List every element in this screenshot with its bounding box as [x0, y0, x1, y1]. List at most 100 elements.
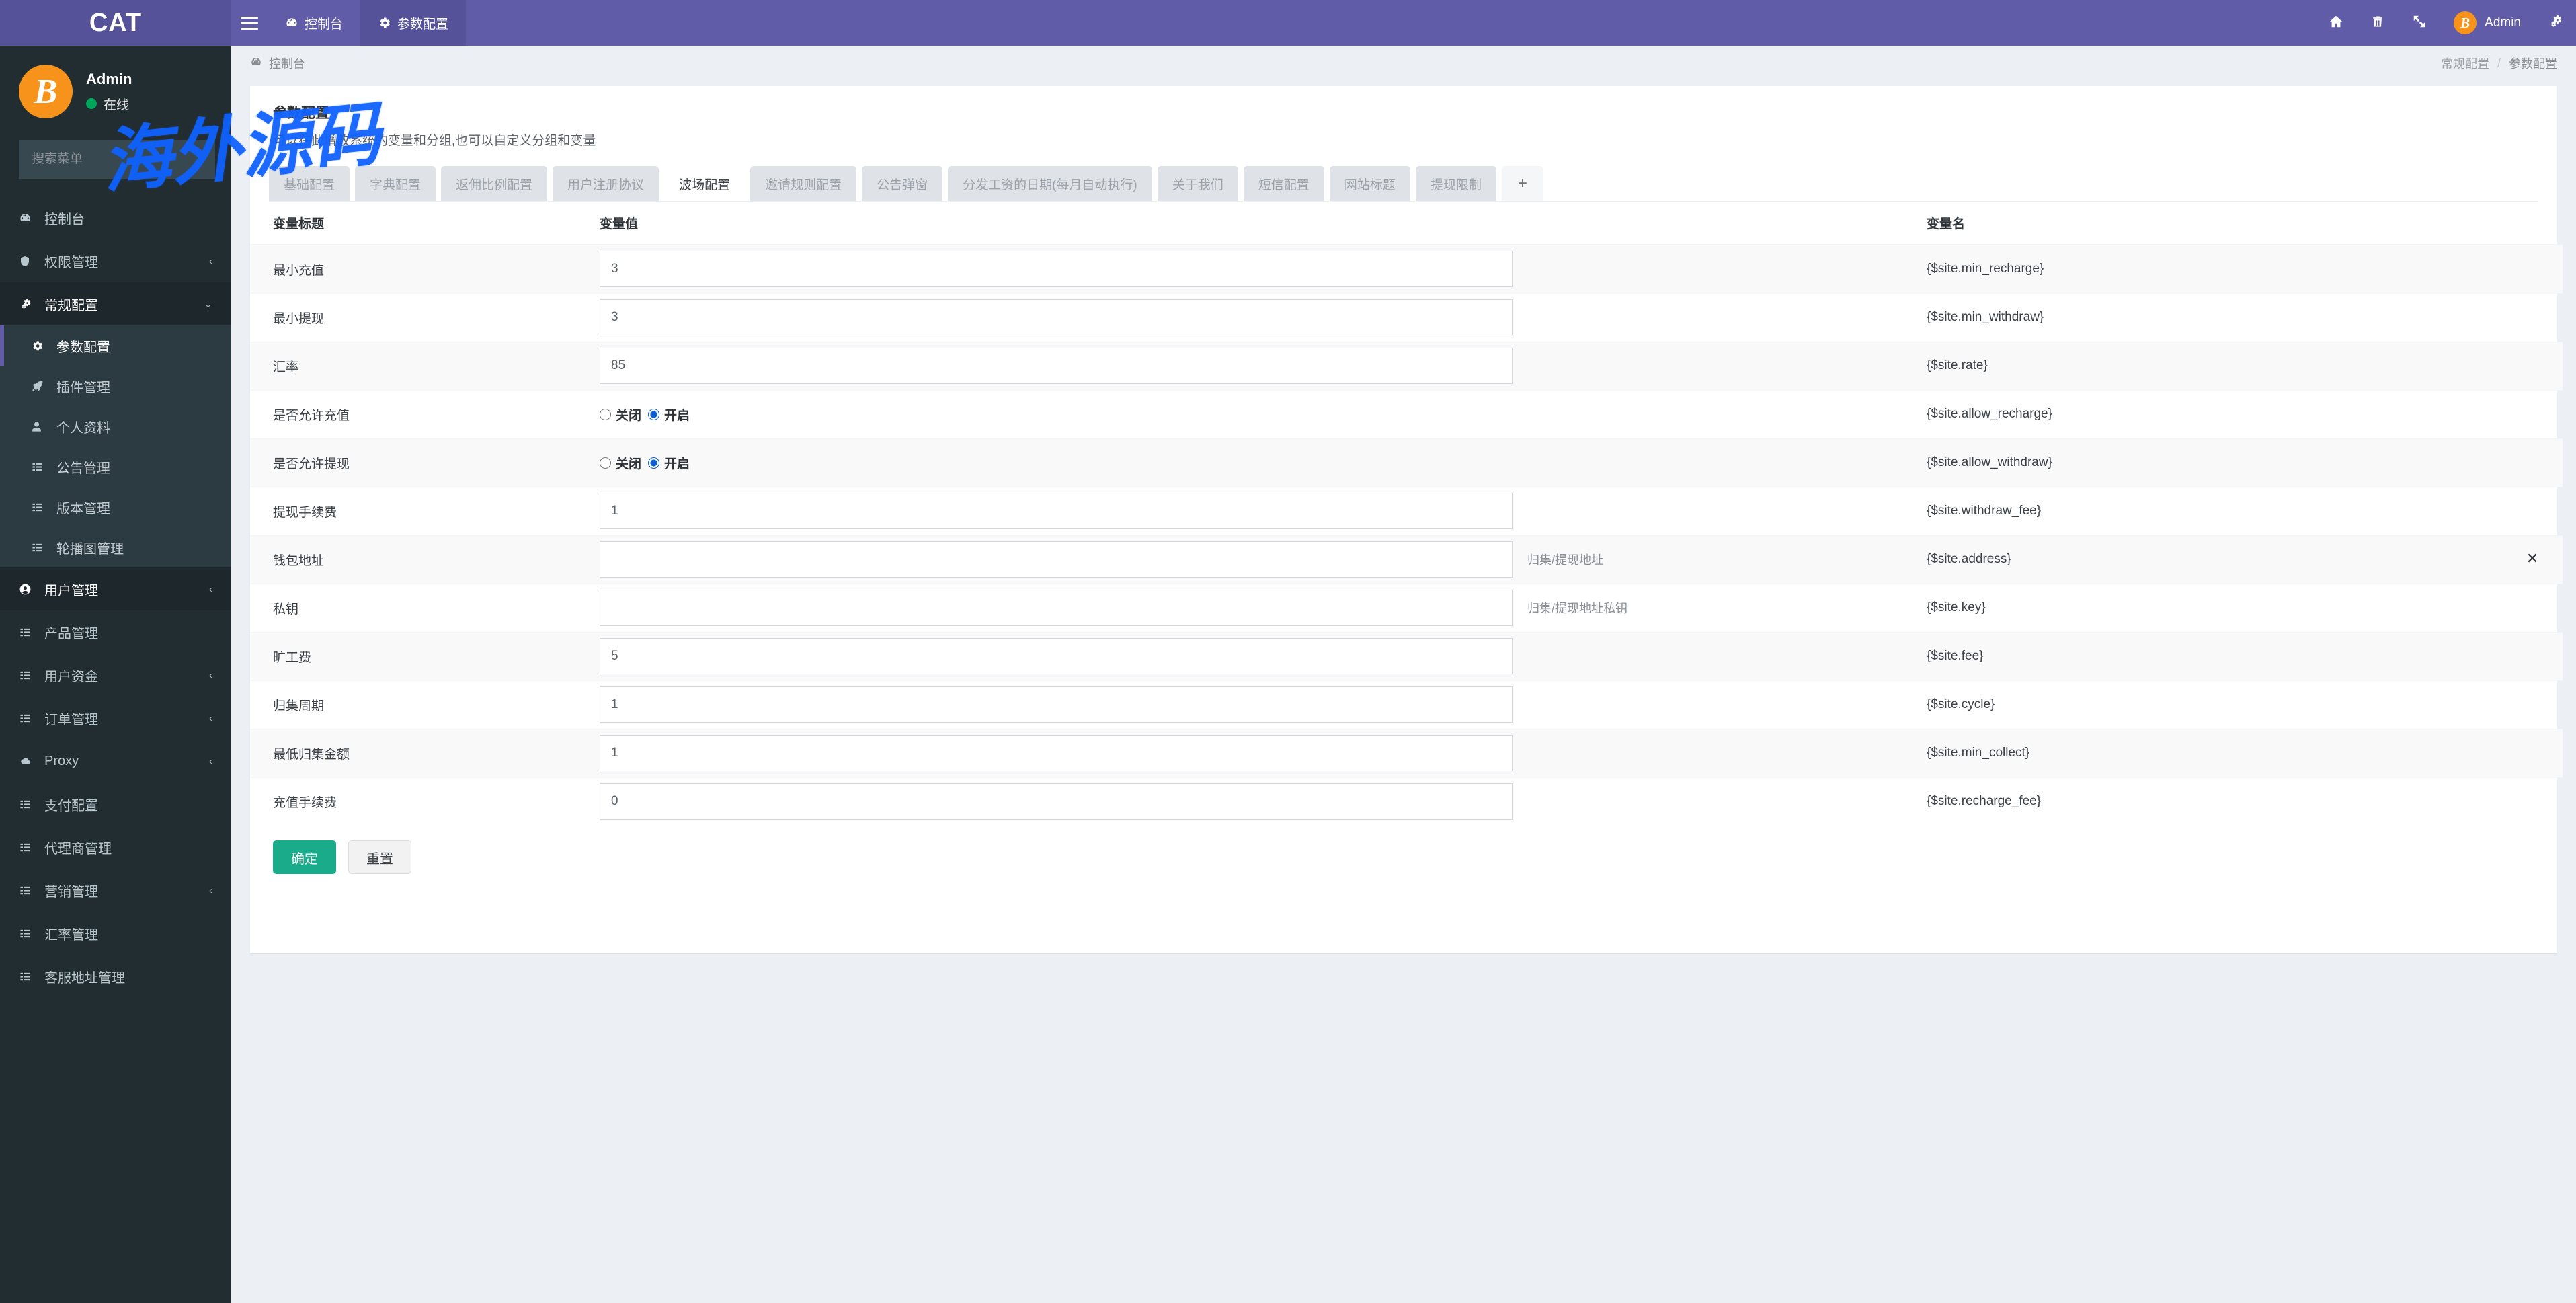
- panel-header: 参数配置 可以在此增改系统的变量和分组,也可以自定义分组和变量: [250, 86, 2557, 153]
- radio-option-0[interactable]: 关闭: [600, 405, 641, 424]
- sidebar-search[interactable]: [19, 140, 215, 179]
- value-input[interactable]: [600, 251, 1513, 288]
- search-input[interactable]: [19, 152, 214, 167]
- tab-8[interactable]: 关于我们: [1157, 166, 1238, 201]
- tab-4[interactable]: 波场配置: [664, 166, 746, 201]
- row-variable-name: {$site.rate}: [1910, 341, 2502, 390]
- tab-1[interactable]: 字典配置: [355, 166, 436, 201]
- sidebar-item-item-5[interactable]: 个人资料: [0, 406, 231, 446]
- radio-input[interactable]: [600, 408, 611, 420]
- sidebar-item-item-0[interactable]: 控制台: [0, 196, 231, 239]
- sidebar-item-item-16[interactable]: 营销管理 ‹: [0, 869, 231, 912]
- sidebar-item-item-6[interactable]: 公告管理: [0, 446, 231, 487]
- row-variable-name: {$site.key}: [1910, 583, 2502, 632]
- sidebar-item-item-17[interactable]: 汇率管理: [0, 912, 231, 955]
- sidebar-item-proxy[interactable]: Proxy ‹: [0, 740, 231, 783]
- row-actions: [2502, 631, 2563, 680]
- radio-input[interactable]: [648, 457, 660, 469]
- sidebar-item-item-2[interactable]: 常规配置 ⌄: [0, 282, 231, 325]
- tab-0[interactable]: 基础配置: [269, 166, 350, 201]
- sidebar-item-label: 用户管理: [44, 583, 98, 598]
- sidebar-item-item-7[interactable]: 版本管理: [0, 487, 231, 527]
- user-menu-button[interactable]: B Admin: [2440, 0, 2534, 46]
- tab-2[interactable]: 返佣比例配置: [441, 166, 548, 201]
- sidebar-item-item-8[interactable]: 轮播图管理: [0, 527, 231, 567]
- reset-button[interactable]: 重置: [348, 840, 411, 874]
- radio-group[interactable]: 关闭 开启: [600, 405, 1910, 424]
- sidebar-item-label: 插件管理: [56, 380, 110, 395]
- radio-group[interactable]: 关闭 开启: [600, 454, 1910, 472]
- sidebar-item-item-11[interactable]: 用户资金 ‹: [0, 654, 231, 697]
- delete-row-icon[interactable]: ✕: [2526, 550, 2538, 567]
- value-cell: [600, 493, 1910, 529]
- sidebar-item-item-4[interactable]: 插件管理: [0, 366, 231, 406]
- fullscreen-button[interactable]: [2399, 0, 2440, 46]
- sidebar-toggle-button[interactable]: [231, 0, 268, 46]
- row-variable-name: {$site.withdraw_fee}: [1910, 486, 2502, 535]
- sidebar-user-panel: B Admin 在线: [0, 46, 231, 130]
- radio-input[interactable]: [648, 408, 660, 420]
- field-hint: 归集/提现地址私钥: [1527, 602, 1628, 615]
- list-icon: [31, 502, 56, 513]
- settings-button[interactable]: [2534, 0, 2576, 46]
- row-actions: [2502, 777, 2563, 826]
- row-title: 最小充值: [250, 244, 600, 293]
- radio-label: 关闭: [616, 457, 642, 471]
- sidebar-item-item-1[interactable]: 权限管理 ‹: [0, 239, 231, 282]
- row-variable-name: {$site.fee}: [1910, 631, 2502, 680]
- submit-button[interactable]: 确定: [273, 840, 336, 874]
- breadcrumb-label[interactable]: 控制台: [269, 54, 305, 72]
- clear-cache-button[interactable]: [2357, 0, 2399, 46]
- tab-6[interactable]: 公告弹窗: [862, 166, 943, 201]
- sidebar-item-item-14[interactable]: 支付配置: [0, 783, 231, 826]
- value-input[interactable]: [600, 590, 1513, 626]
- tab-9[interactable]: 短信配置: [1243, 166, 1324, 201]
- list-icon: [19, 885, 44, 896]
- sidebar-item-item-15[interactable]: 代理商管理: [0, 826, 231, 869]
- add-tab-button[interactable]: +: [1501, 166, 1543, 201]
- row-value: [600, 680, 1910, 729]
- value-input[interactable]: [600, 541, 1513, 578]
- tab-7[interactable]: 分发工资的日期(每月自动执行): [948, 166, 1152, 201]
- radio-input[interactable]: [600, 457, 611, 469]
- sidebar-item-label: 营销管理: [44, 884, 98, 900]
- value-input[interactable]: [600, 783, 1513, 820]
- value-input[interactable]: [600, 735, 1513, 771]
- value-input[interactable]: [600, 493, 1513, 529]
- app-logo[interactable]: CAT: [0, 0, 231, 46]
- row-title: 提现手续费: [250, 486, 600, 535]
- tab-5[interactable]: 邀请规则配置: [750, 166, 857, 201]
- value-cell: 归集/提现地址: [600, 541, 1910, 578]
- sidebar-item-item-9[interactable]: 用户管理 ‹: [0, 567, 231, 610]
- radio-option-1[interactable]: 开启: [648, 405, 690, 424]
- row-actions: [2502, 583, 2563, 632]
- sidebar-item-label: 客服地址管理: [44, 970, 125, 986]
- row-variable-name: {$site.min_recharge}: [1910, 244, 2502, 293]
- chevron-icon: ⌄: [204, 299, 212, 310]
- value-input[interactable]: [600, 299, 1513, 335]
- tab-3[interactable]: 用户注册协议: [553, 166, 659, 201]
- nav-tab-param-config[interactable]: 参数配置: [360, 0, 467, 46]
- sidebar-item-item-18[interactable]: 客服地址管理: [0, 955, 231, 998]
- sidebar-item-item-10[interactable]: 产品管理: [0, 610, 231, 654]
- row-actions: ✕: [2502, 535, 2563, 584]
- tab-10[interactable]: 网站标题: [1329, 166, 1410, 201]
- value-input[interactable]: [600, 348, 1513, 384]
- table-header: 变量标题 变量值 变量名: [250, 202, 2563, 245]
- sidebar-item-item-12[interactable]: 订单管理 ‹: [0, 697, 231, 740]
- row-title: 私钥: [250, 583, 600, 632]
- radio-option-1[interactable]: 开启: [648, 454, 690, 472]
- home-button[interactable]: [2315, 0, 2357, 46]
- radio-option-0[interactable]: 关闭: [600, 454, 641, 472]
- nav-tab-dashboard[interactable]: 控制台: [268, 0, 360, 46]
- sidebar-item-item-3[interactable]: 参数配置: [0, 325, 231, 366]
- tab-11[interactable]: 提现限制: [1415, 166, 1496, 201]
- avatar: B: [19, 65, 73, 118]
- sidebar-item-label: 控制台: [44, 212, 85, 227]
- value-input[interactable]: [600, 638, 1513, 674]
- chevron-icon: ‹: [209, 255, 212, 267]
- value-input[interactable]: [600, 686, 1513, 723]
- breadcrumb-parent[interactable]: 常规配置: [2441, 54, 2489, 72]
- rocket-icon: [31, 380, 56, 393]
- row-actions: [2502, 341, 2563, 390]
